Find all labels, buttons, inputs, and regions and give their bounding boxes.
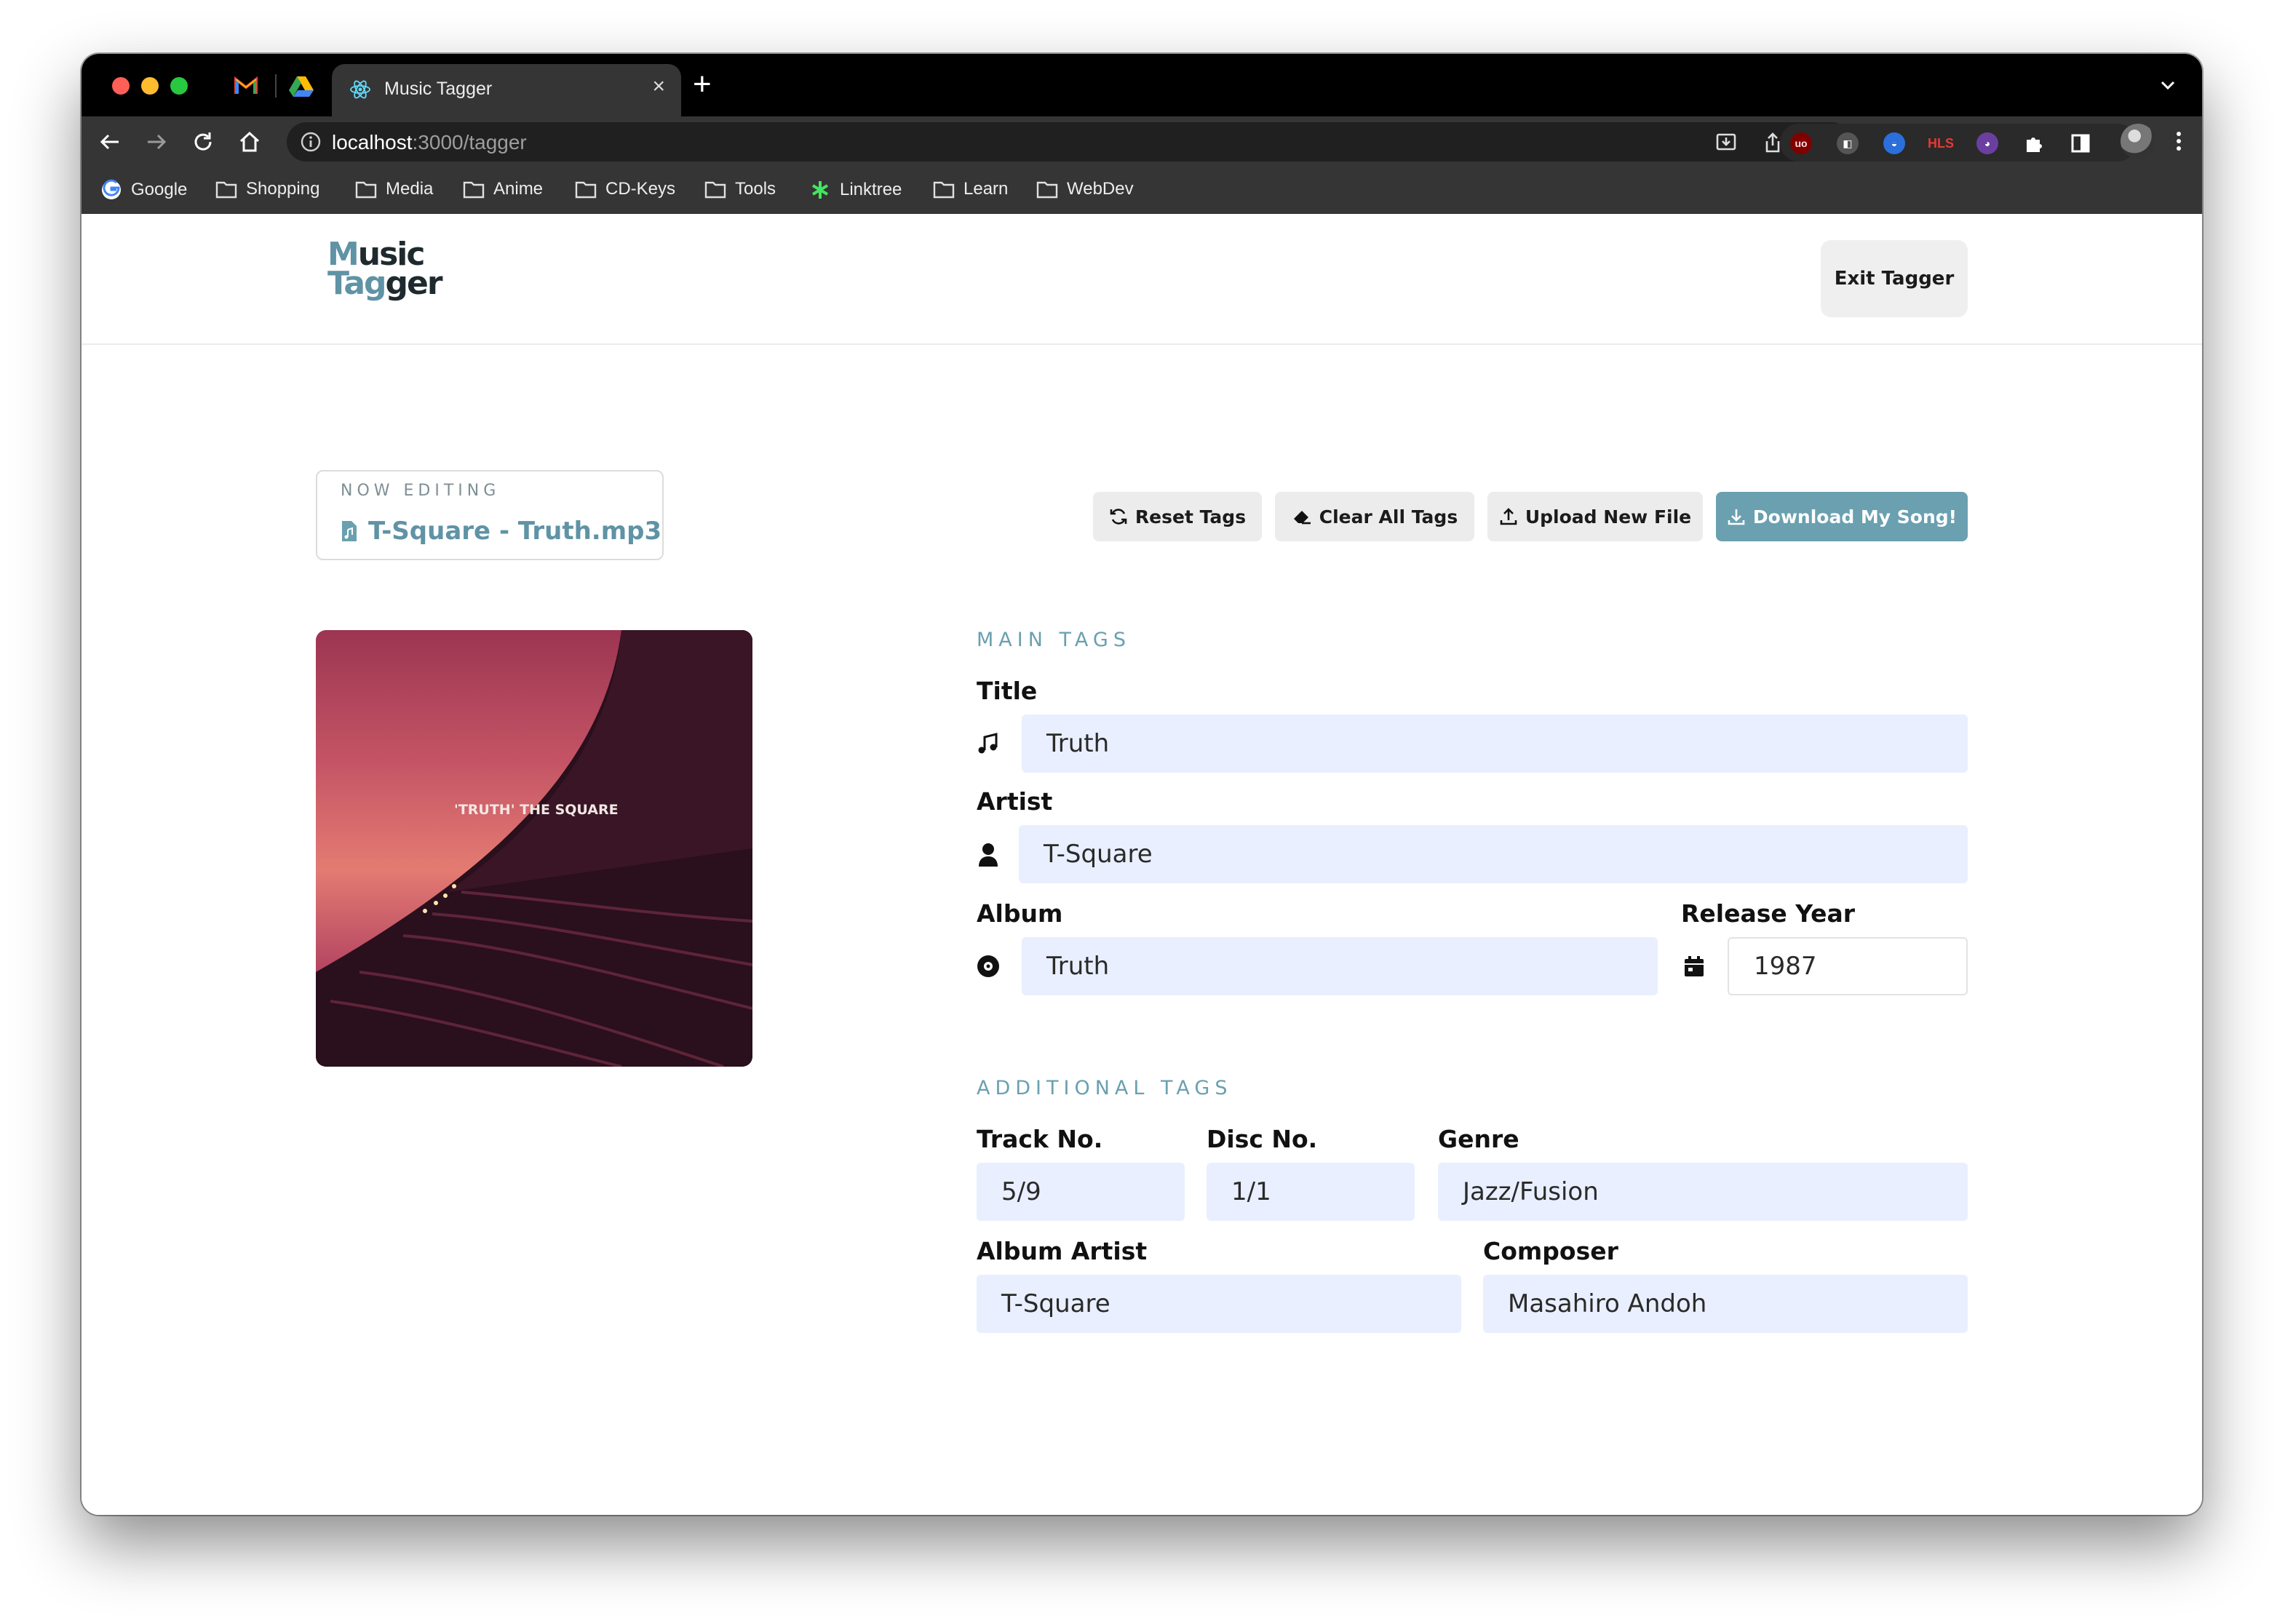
album-input[interactable]: Truth: [1022, 937, 1658, 995]
clear-all-tags-button[interactable]: Clear All Tags: [1275, 492, 1474, 541]
folder-icon: [704, 181, 726, 199]
main-tags-heading: MAIN TAGS: [977, 629, 1131, 651]
ublock-extension-icon[interactable]: uo: [1790, 132, 1812, 154]
reset-tags-button[interactable]: Reset Tags: [1093, 492, 1262, 541]
title-label: Title: [977, 677, 1038, 705]
download-song-button[interactable]: Download My Song!: [1716, 492, 1968, 541]
title-input[interactable]: Truth: [1022, 715, 1968, 773]
album-art-graphic: [316, 630, 752, 1067]
extension-icon[interactable]: ◧: [1837, 132, 1859, 154]
url-text: localhost:3000/tagger: [332, 131, 527, 154]
genre-label: Genre: [1438, 1125, 1519, 1153]
reload-icon[interactable]: [189, 128, 217, 156]
tab-strip: Music Tagger × +: [82, 54, 2202, 116]
extension-icon[interactable]: ◒: [1883, 132, 1905, 154]
address-bar[interactable]: localhost:3000/tagger: [287, 122, 1851, 162]
profile-avatar[interactable]: [2121, 124, 2155, 159]
music-tagger-logo[interactable]: Music Tagger: [327, 239, 451, 313]
back-arrow-icon[interactable]: [96, 128, 124, 156]
bookmark-folder-webdev[interactable]: WebDev: [1036, 179, 1134, 199]
track-number-input[interactable]: 5/9: [977, 1163, 1185, 1221]
gmail-pinned-tab-icon[interactable]: [233, 73, 259, 99]
react-favicon-icon: [349, 79, 371, 100]
bookmark-folder-cd-keys[interactable]: CD-Keys: [575, 179, 675, 199]
puzzle-extensions-icon[interactable]: [2023, 132, 2045, 154]
tab-search-chevron-icon[interactable]: [2155, 73, 2180, 97]
home-icon[interactable]: [236, 128, 263, 156]
tab-music-tagger[interactable]: Music Tagger ×: [332, 64, 681, 116]
bookmark-folder-media[interactable]: Media: [355, 179, 433, 199]
composer-label: Composer: [1483, 1237, 1618, 1265]
upload-icon: [1500, 508, 1517, 525]
now-editing-caption: NOW EDITING: [341, 482, 501, 500]
album-art-text: 'TRUTH' THE SQUARE: [454, 802, 619, 818]
tab-close-icon[interactable]: ×: [652, 74, 665, 99]
new-tab-button[interactable]: +: [693, 67, 712, 102]
music-note-icon: [975, 731, 1001, 757]
minimize-window-button[interactable]: [141, 77, 159, 95]
bookmark-folder-anime[interactable]: Anime: [463, 179, 543, 199]
bookmark-google[interactable]: Google: [100, 179, 187, 201]
album-artwork-image[interactable]: 'TRUTH' THE SQUARE: [316, 630, 752, 1067]
exit-tagger-button[interactable]: Exit Tagger: [1821, 240, 1968, 317]
browser-window: Music Tagger × + localhost:3000/tagger u…: [82, 54, 2202, 1515]
close-window-button[interactable]: [112, 77, 130, 95]
browser-toolbar: localhost:3000/tagger uo ◧ ◒ HLS ◕: [82, 116, 2202, 167]
calendar-icon: [1681, 953, 1707, 979]
user-icon: [975, 841, 1001, 867]
additional-tags-heading: ADDITIONAL TAGS: [977, 1077, 1233, 1099]
genre-input[interactable]: Jazz/Fusion: [1438, 1163, 1968, 1221]
folder-icon: [463, 181, 485, 199]
disc-number-label: Disc No.: [1207, 1125, 1318, 1153]
folder-icon: [215, 181, 237, 199]
release-year-input[interactable]: 1987: [1728, 937, 1968, 995]
tab-title: Music Tagger: [384, 79, 493, 99]
app-header: Music Tagger Exit Tagger: [82, 215, 2202, 345]
maximize-window-button[interactable]: [170, 77, 188, 95]
browser-menu-icon[interactable]: [2169, 125, 2189, 157]
bookmark-folder-tools[interactable]: Tools: [704, 179, 776, 199]
music-tagger-page: Music Tagger Exit Tagger NOW EDITING T-S…: [82, 215, 2202, 1515]
artist-input[interactable]: T-Square: [1019, 825, 1968, 883]
site-info-icon[interactable]: [300, 131, 322, 153]
upload-new-file-button[interactable]: Upload New File: [1487, 492, 1703, 541]
google-drive-pinned-tab-icon[interactable]: [288, 73, 314, 99]
track-number-label: Track No.: [977, 1125, 1103, 1153]
extensions-group: uo ◧ ◒ HLS ◕: [1780, 124, 2137, 162]
folder-icon: [575, 181, 597, 199]
hls-extension-icon[interactable]: HLS: [1928, 132, 1954, 154]
eraser-icon: [1293, 511, 1311, 525]
linktree-icon: [811, 181, 829, 199]
side-panel-icon[interactable]: [2070, 132, 2091, 154]
now-editing-filename: T-Square - Truth.mp3: [341, 517, 661, 546]
album-artist-input[interactable]: T-Square: [977, 1275, 1461, 1333]
composer-input[interactable]: Masahiro Andoh: [1483, 1275, 1968, 1333]
bookmark-folder-learn[interactable]: Learn: [933, 179, 1008, 199]
forward-arrow-icon[interactable]: [143, 128, 170, 156]
extension-icon[interactable]: ◕: [1976, 132, 1998, 154]
album-label: Album: [977, 899, 1063, 928]
release-year-label: Release Year: [1681, 899, 1856, 928]
tab-separator: [275, 74, 277, 97]
sync-icon: [1110, 509, 1127, 525]
now-editing-card: NOW EDITING T-Square - Truth.mp3: [316, 470, 664, 560]
album-artist-label: Album Artist: [977, 1237, 1148, 1265]
folder-icon: [1036, 181, 1058, 199]
bookmarks-bar: Google Shopping Media Anime CD-Keys Tool…: [82, 167, 2202, 214]
artist-label: Artist: [977, 787, 1053, 816]
folder-icon: [355, 181, 377, 199]
bookmark-folder-shopping[interactable]: Shopping: [215, 179, 319, 199]
audio-file-icon: [342, 521, 357, 541]
download-icon: [1728, 509, 1745, 525]
record-disc-icon: [975, 953, 1001, 979]
install-app-icon[interactable]: [1714, 131, 1738, 154]
google-icon: [102, 179, 121, 199]
disc-number-input[interactable]: 1/1: [1207, 1163, 1415, 1221]
bookmark-linktree[interactable]: Linktree: [809, 179, 902, 201]
folder-icon: [933, 181, 955, 199]
